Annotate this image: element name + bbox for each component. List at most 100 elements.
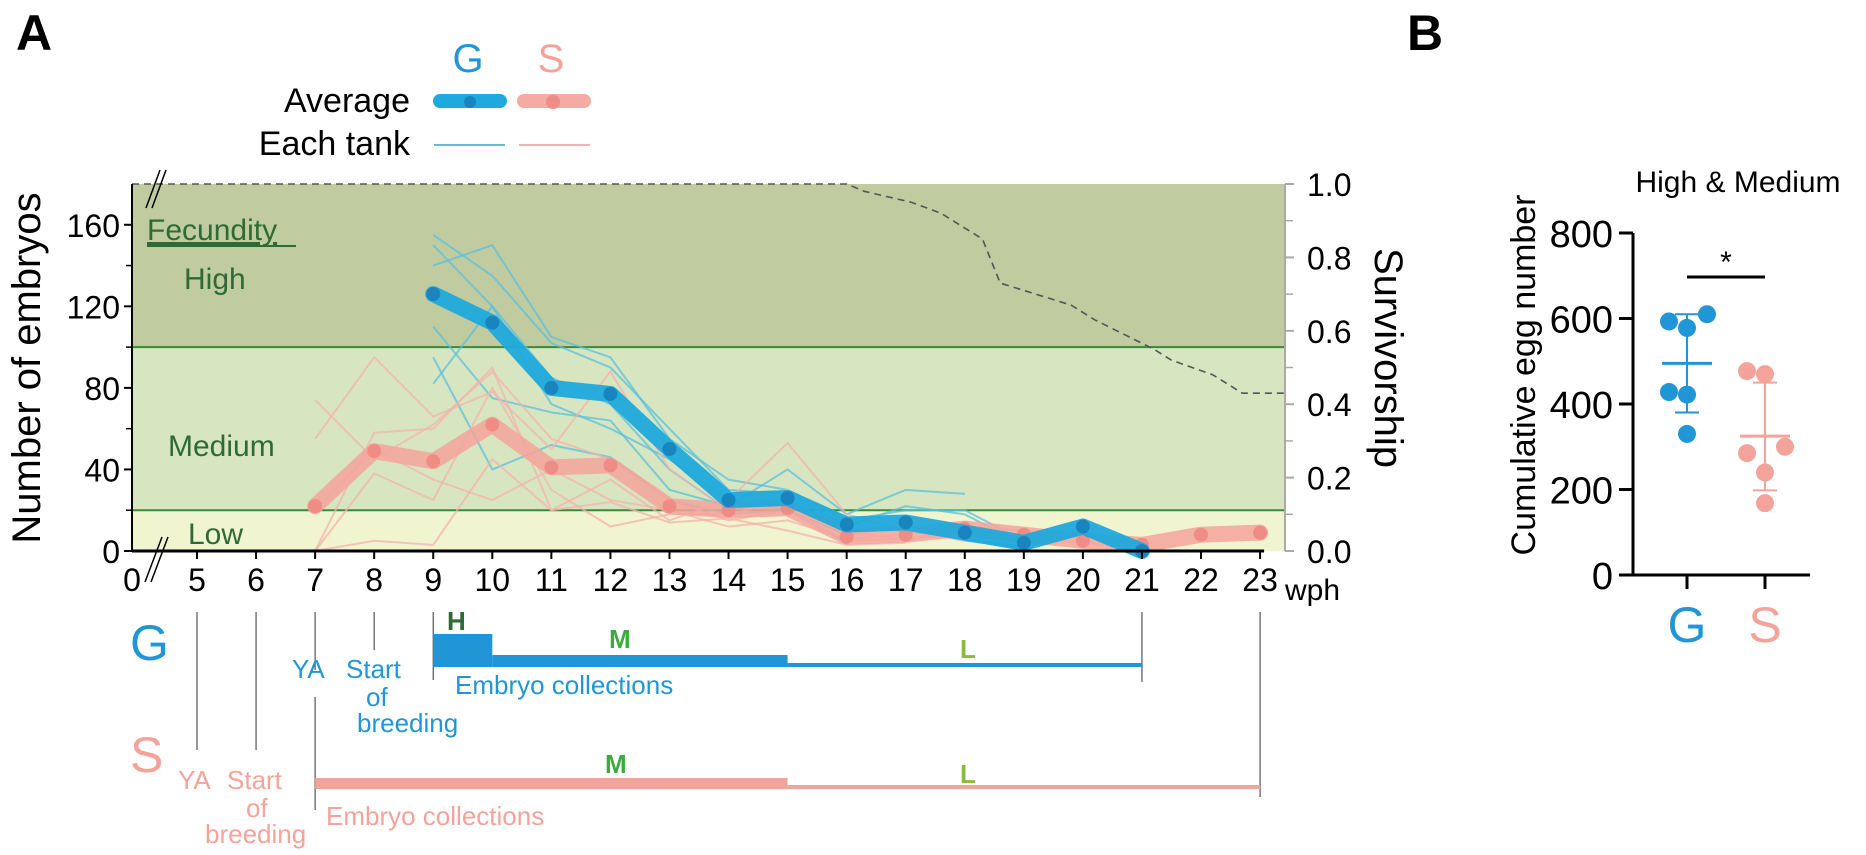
x-tick-label: 9 xyxy=(424,562,442,598)
s-average-point xyxy=(1253,525,1268,540)
y-tick-label-right: 1.0 xyxy=(1307,167,1351,203)
g-l-label: L xyxy=(960,634,976,664)
g-medium-bar xyxy=(492,655,788,667)
y-tick-label-right: 0.8 xyxy=(1307,240,1351,276)
panel-a-label: A xyxy=(16,5,52,61)
legend-s-average-marker xyxy=(546,95,560,109)
panel-b-y-label: Cumulative egg number xyxy=(1505,195,1543,556)
y-tick-label-left: 40 xyxy=(84,452,120,488)
y-tick-label-left: 120 xyxy=(67,289,120,325)
x-tick-label: 22 xyxy=(1183,562,1219,598)
s-average-point xyxy=(544,460,559,475)
panel-b-point-g xyxy=(1678,424,1696,443)
panel-b-cat-s: S xyxy=(1748,597,1781,653)
x-tick-label: 12 xyxy=(593,562,629,598)
x-tick-label: 11 xyxy=(535,562,568,598)
s-breeding-label: breeding xyxy=(205,819,306,849)
x-tick-label: 15 xyxy=(770,562,806,598)
panel-b-axes: 0 200 400 600 800 xyxy=(1550,214,1810,598)
x-tick-label: 19 xyxy=(1006,562,1042,598)
s-l-label: L xyxy=(960,759,976,789)
g-average-point xyxy=(603,387,618,402)
y-tick-label-left: 80 xyxy=(84,371,120,407)
g-average-point xyxy=(485,315,500,330)
y-axis-left-label: Number of embryos xyxy=(5,192,49,543)
y-tick-label-right: 0.4 xyxy=(1307,387,1351,423)
zone-high xyxy=(132,184,1285,348)
s-average-point xyxy=(426,454,441,469)
x-tick-label: 10 xyxy=(475,562,511,598)
g-average-point xyxy=(957,525,972,540)
timeline-s-label: S xyxy=(130,727,163,783)
g-average-point xyxy=(544,380,559,395)
legend-s-label: S xyxy=(538,37,565,81)
x-tick-label: 20 xyxy=(1065,562,1101,598)
legend: G S Average Each tank xyxy=(259,37,591,163)
s-low-bar xyxy=(787,785,1261,789)
zone-label-medium: Medium xyxy=(168,430,275,463)
panel-b-y-tick-label: 400 xyxy=(1550,385,1613,427)
x-tick-label: 21 xyxy=(1124,562,1160,598)
s-medium-bar xyxy=(315,778,788,789)
y-tick-label-right: 0.2 xyxy=(1307,461,1351,497)
s-average-point xyxy=(662,499,677,514)
x-tick-label: 23 xyxy=(1242,562,1278,598)
timeline-g-label: G xyxy=(130,615,169,671)
x-tick-label: 8 xyxy=(365,562,383,598)
fecundity-heading: Fecundity xyxy=(147,214,277,247)
zone-label-high: High xyxy=(184,263,246,296)
g-average-point xyxy=(839,517,854,532)
g-embryo-collections-label: Embryo collections xyxy=(455,670,673,700)
panel-b-point-g xyxy=(1660,383,1678,402)
s-average-point xyxy=(485,417,500,432)
g-average-point xyxy=(721,493,736,508)
panel-b-title: High & Medium xyxy=(1635,166,1840,199)
g-average-point xyxy=(426,287,441,302)
s-average-point xyxy=(308,499,323,514)
zone-label-low: Low xyxy=(188,518,243,551)
s-ya-label: YA xyxy=(178,765,211,795)
panel-b-point-g xyxy=(1698,305,1716,324)
y-axis-right-label: Survivorship xyxy=(1366,248,1410,468)
panel-b-point-s xyxy=(1738,444,1756,463)
panel-b-cat-g: G xyxy=(1668,597,1707,653)
x-tick-label: 5 xyxy=(188,562,206,598)
x-tick-label: 7 xyxy=(306,562,324,598)
panel-b-point-s xyxy=(1756,494,1774,513)
y-tick-label-right: 0.0 xyxy=(1307,534,1351,570)
legend-g-average-marker xyxy=(464,96,476,108)
x-tick-label: 16 xyxy=(829,562,865,598)
legend-g-label: G xyxy=(452,37,483,81)
x-tick-label: 6 xyxy=(247,562,265,598)
panel-b-plot: High & Medium Cumulative egg number 0 200… xyxy=(1505,166,1841,653)
g-average-point xyxy=(1016,535,1031,550)
x-tick-label: 0 xyxy=(123,562,141,598)
g-start-label: Start xyxy=(346,654,402,684)
s-average-point xyxy=(1194,527,1209,542)
panel-b-point-s xyxy=(1756,365,1774,384)
breeding-timeline: G S YA Start of breeding Embryo collecti… xyxy=(130,606,1261,849)
panel-b-y-tick-label: 600 xyxy=(1550,300,1613,342)
x-axis-unit-label: wph xyxy=(1284,574,1340,607)
x-tick-label: 18 xyxy=(947,562,983,598)
x-tick-label: 14 xyxy=(711,562,747,598)
g-high-bar xyxy=(433,634,493,667)
panel-b-point-s xyxy=(1776,437,1794,456)
g-average-point xyxy=(662,442,677,457)
g-average-point xyxy=(898,515,913,530)
s-m-label: M xyxy=(605,749,627,779)
g-average-point xyxy=(780,490,795,505)
s-start-label: Start xyxy=(227,765,283,795)
significance-marker: * xyxy=(1720,246,1732,279)
panel-b-y-tick-label: 0 xyxy=(1592,556,1613,598)
s-average-point xyxy=(603,458,618,473)
g-average-point xyxy=(1075,519,1090,534)
panel-b-point-s xyxy=(1738,362,1756,381)
y-tick-label-left: 160 xyxy=(67,208,120,244)
figure: A B G S Average Each tank 040801201600.0… xyxy=(5,5,1841,849)
panel-b-y-tick-label: 800 xyxy=(1550,214,1613,256)
panel-b-points xyxy=(1660,305,1794,513)
panel-a-plot: 0 40 80 120 160 0.0 0.2 0.4 0.6 0.8 1.0 0 5 6 7 8 9 10 11 1… xyxy=(5,167,1410,607)
x-tick-label: 17 xyxy=(888,562,924,598)
g-m-label: M xyxy=(609,624,631,654)
